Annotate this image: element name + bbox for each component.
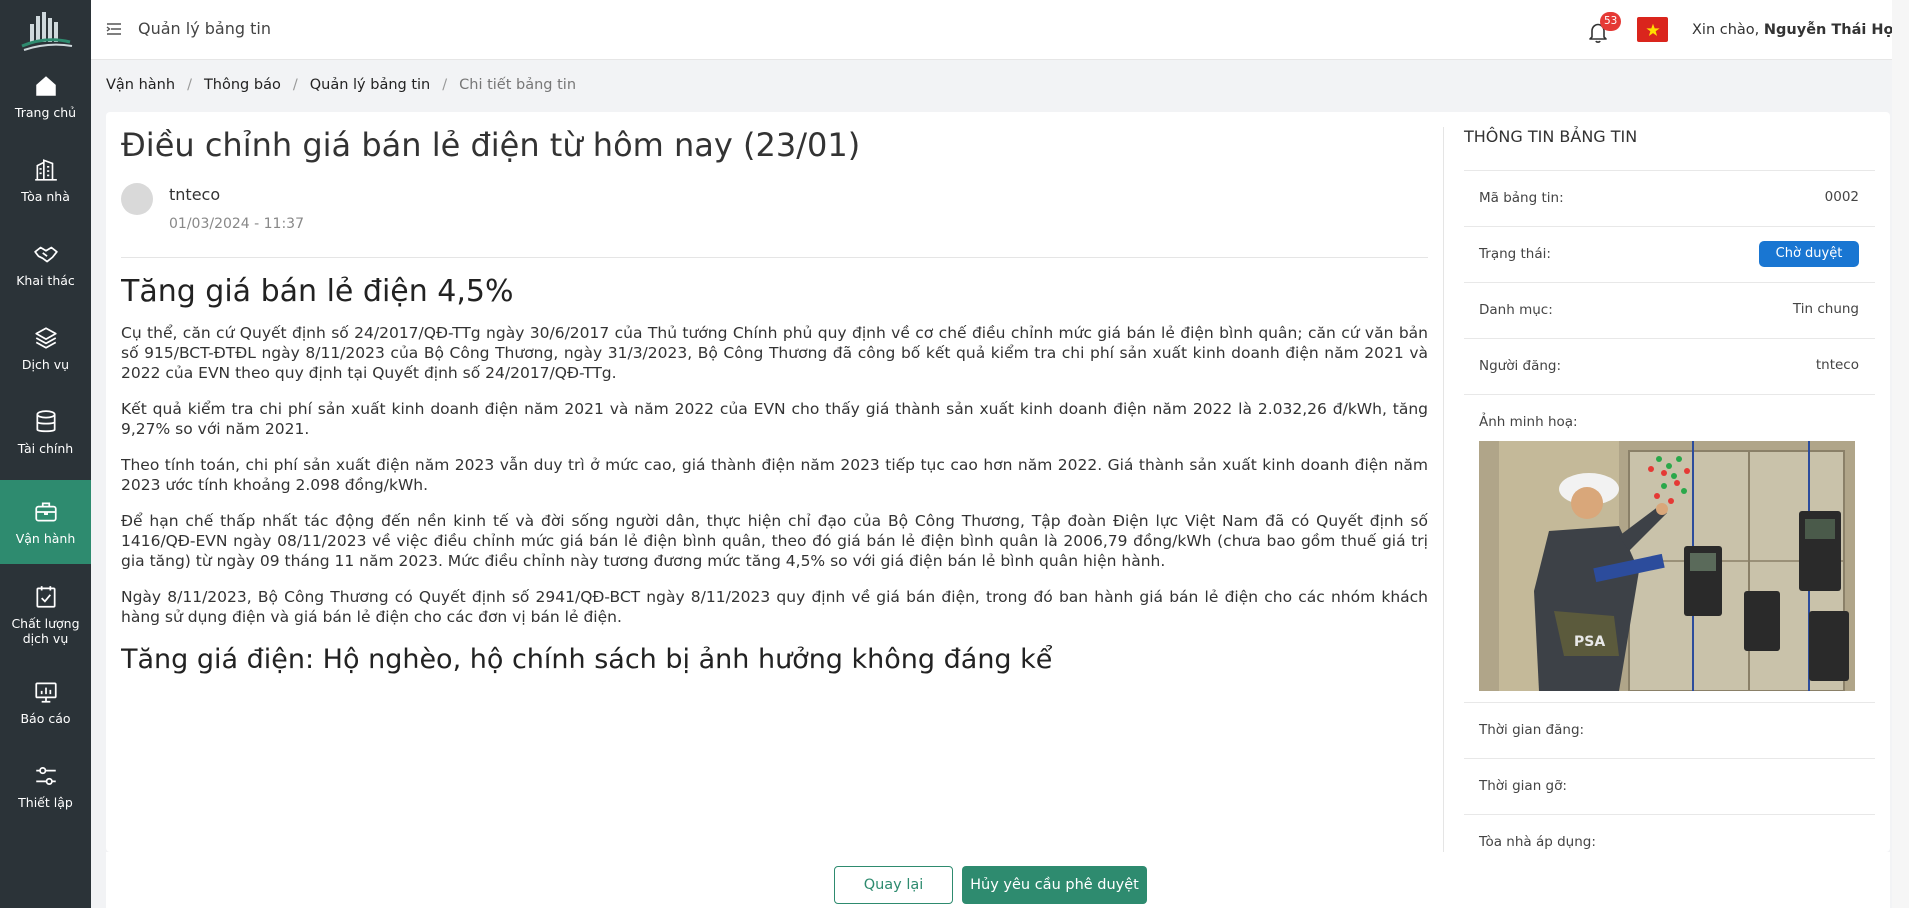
breadcrumb-quan-ly-bang-tin[interactable]: Quản lý bảng tin [310,77,431,93]
greeting-prefix: Xin chào, [1692,22,1764,38]
info-label: Ảnh minh hoạ: [1479,414,1578,430]
header-title: Quản lý bảng tin [138,19,271,38]
presentation-icon [34,681,57,703]
info-value: Tin chung [1792,301,1859,317]
article-title: Điều chỉnh giá bán lẻ điện từ hôm nay (2… [121,126,861,164]
sidebar-item-dich-vu[interactable]: Dịch vụ [0,306,91,390]
breadcrumb-van-hanh[interactable]: Vận hành [106,77,175,93]
info-label: Thời gian gỡ: [1479,778,1567,794]
cancel-approval-button[interactable]: Hủy yêu cầu phê duyệt [962,866,1147,904]
vertical-divider [1443,127,1444,852]
sidebar-item-label: Dịch vụ [21,356,70,372]
info-label: Người đăng: [1479,358,1562,374]
info-label: Thời gian đăng: [1479,722,1585,738]
database-icon [35,409,56,432]
post-date: 01/03/2024 - 11:37 [169,216,304,232]
detail-card: Điều chỉnh giá bán lẻ điện từ hôm nay (2… [106,112,1890,852]
avatar [121,183,153,215]
building-icon [34,158,57,181]
sliders-icon [35,766,56,785]
sidebar-item-label: Tài chính [17,440,74,456]
sidebar-item-label: Thiết lập [18,794,73,810]
buildings-logo-icon[interactable] [0,0,91,60]
sidebar-item-label: Khai thác [16,272,75,288]
sidebar-item-label: Tòa nhà [21,188,70,204]
sidebar-item-tai-chinh[interactable]: Tài chính [0,390,91,474]
panel-title: THÔNG TIN BẢNG TIN [1464,127,1638,146]
info-row-poster: Người đăng: tnteco [1464,338,1875,394]
article-paragraph: Theo tính toán, chi phí sản xuất điện nă… [121,456,1428,494]
info-label: Trạng thái: [1479,246,1551,262]
sidebar-item-label: Chất lượng dịch vụ [11,616,80,646]
info-row-remove-time: Thời gian gỡ: [1464,758,1875,814]
info-value: tnteco [1815,357,1859,373]
user-greeting[interactable]: Xin chào, Nguyễn Thái Học [1692,22,1902,38]
sidebar-item-van-hanh[interactable]: Vận hành [0,480,91,564]
article-body: Tăng giá bán lẻ điện 4,5% Cụ thể, căn cứ… [121,274,1428,677]
info-row-building: Tòa nhà áp dụng: [1464,814,1875,852]
article-paragraph: Cụ thể, căn cứ Quyết định số 24/2017/QĐ-… [121,324,1428,382]
sidebar-item-thiet-lap[interactable]: Thiết lập [0,744,91,828]
info-panel: THÔNG TIN BẢNG TIN Mã bảng tin: 0002 Trạ… [1456,112,1875,852]
sidebar-item-label: Trang chủ [14,104,77,120]
sidebar-item-khai-thac[interactable]: Khai thác [0,222,91,306]
top-header: Quản lý bảng tin 53 Xin chào, Nguyễn Thá… [91,0,1909,60]
action-footer: Quay lại Hủy yêu cầu phê duyệt [106,852,1890,908]
back-button[interactable]: Quay lại [834,866,953,904]
article-content: Điều chỉnh giá bán lẻ điện từ hôm nay (2… [121,112,1428,852]
breadcrumb-separator: / [442,77,448,93]
info-row-post-time: Thời gian đăng: [1464,702,1875,758]
info-row-code: Mã bảng tin: 0002 [1464,170,1875,226]
sidebar-item-trang-chu[interactable]: Trang chủ [0,54,91,138]
breadcrumb-chi-tiet-bang-tin: Chi tiết bảng tin [459,77,577,93]
user-name: Nguyễn Thái Học [1763,22,1903,38]
breadcrumb-separator: / [187,77,192,93]
vietnam-flag-icon[interactable] [1637,17,1668,42]
photo-jacket-text: PSA [1574,634,1605,650]
info-row-status: Trạng thái: Chờ duyệt [1464,226,1875,282]
handshake-icon [33,246,58,262]
sidebar-item-bao-cao[interactable]: Báo cáo [0,660,91,744]
article-heading: Tăng giá bán lẻ điện 4,5% [121,274,514,309]
info-label: Tòa nhà áp dụng: [1479,834,1596,850]
info-label: Mã bảng tin: [1479,190,1564,206]
article-paragraph: Ngày 8/11/2023, Bộ Công Thương có Quyết … [121,588,1428,626]
sidebar-item-toa-nha[interactable]: Tòa nhà [0,138,91,222]
author-name: tnteco [169,185,221,204]
page-scrollbar[interactable] [1892,0,1909,908]
article-paragraph: Để hạn chế thấp nhất tác động đến nền ki… [121,512,1428,570]
sidebar-item-label: Vận hành [15,530,76,546]
briefcase-icon [34,501,57,522]
info-value: 0002 [1824,189,1859,205]
sidebar: Trang chủ Tòa nhà Khai thác Dịch vụ Tài … [0,0,91,908]
sidebar-item-chat-luong-dich-vu[interactable]: Chất lượng dịch vụ [0,570,91,660]
illustration-image: PSA [1479,441,1855,691]
status-badge: Chờ duyệt [1759,241,1859,267]
breadcrumb-separator: / [292,77,298,93]
info-label: Danh mục: [1479,302,1553,318]
sidebar-item-label: Báo cáo [20,710,71,726]
info-row-category: Danh mục: Tin chung [1464,282,1875,338]
menu-toggle-icon[interactable] [105,20,123,38]
notification-badge: 53 [1600,12,1622,31]
article-paragraph: Kết quả kiểm tra chi phí sản xuất kinh d… [121,400,1428,438]
breadcrumb-thong-bao[interactable]: Thông báo [204,77,281,93]
article-subheading: Tăng giá điện: Hộ nghèo, hộ chính sách b… [121,644,1053,675]
home-icon [35,75,56,96]
divider [121,257,1428,258]
checklist-icon [35,586,56,608]
layers-icon [34,326,57,349]
breadcrumb: Vận hành / Thông báo / Quản lý bảng tin … [106,77,576,93]
